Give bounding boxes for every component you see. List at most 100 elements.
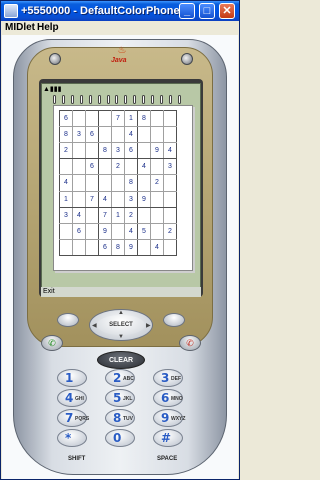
clear-button[interactable]: CLEAR <box>97 351 145 369</box>
sudoku-cell[interactable]: 6 <box>59 109 73 128</box>
sudoku-cell[interactable]: 8 <box>111 238 125 257</box>
minimize-button[interactable]: _ <box>179 3 195 19</box>
sudoku-cell[interactable] <box>111 222 125 240</box>
call-button[interactable]: ✆ <box>41 335 63 351</box>
sudoku-cell[interactable]: 4 <box>150 238 164 257</box>
key-3[interactable]: 3 DEF <box>153 369 183 387</box>
key-4[interactable]: 4 GHI <box>57 389 87 407</box>
sudoku-cell[interactable]: 2 <box>163 222 177 240</box>
key-6[interactable]: 6 MNO <box>153 389 183 407</box>
sudoku-cell[interactable]: 4 <box>163 142 177 160</box>
sudoku-cell[interactable]: 9 <box>137 190 151 208</box>
sudoku-cell[interactable] <box>150 206 164 224</box>
sudoku-cell[interactable] <box>111 174 125 192</box>
sudoku-cell[interactable]: 3 <box>163 158 177 176</box>
sudoku-cell[interactable]: 2 <box>59 142 73 160</box>
title-bar[interactable]: +5550000 - DefaultColorPhone _ □ ✕ <box>1 1 239 21</box>
key-1[interactable]: 1 <box>57 369 87 387</box>
sudoku-cell[interactable] <box>85 174 99 192</box>
sudoku-cell[interactable]: 6 <box>98 238 112 257</box>
sudoku-cell[interactable] <box>163 174 177 192</box>
nav-down-icon[interactable]: ▼ <box>118 334 124 340</box>
sudoku-cell[interactable] <box>98 174 112 192</box>
key-9[interactable]: 9 WXYZ <box>153 409 185 427</box>
end-call-button[interactable]: ✆ <box>179 335 201 351</box>
sudoku-cell[interactable]: 2 <box>111 158 125 176</box>
sudoku-cell[interactable] <box>98 109 112 128</box>
sudoku-cell[interactable]: 1 <box>124 109 138 128</box>
menu-help[interactable]: Help <box>37 22 59 33</box>
close-button[interactable]: ✕ <box>219 3 235 19</box>
sudoku-cell[interactable]: 8 <box>98 142 112 160</box>
sudoku-cell[interactable]: 8 <box>124 174 138 192</box>
sudoku-cell[interactable]: 4 <box>59 174 73 192</box>
sudoku-cell[interactable] <box>72 190 86 208</box>
sudoku-cell[interactable] <box>72 174 86 192</box>
key-0[interactable]: 0 <box>105 429 135 447</box>
key-hash[interactable]: # <box>153 429 183 447</box>
key-2[interactable]: 2 ABC <box>105 369 135 387</box>
right-softkey-button[interactable] <box>163 313 185 327</box>
sudoku-cell[interactable] <box>111 190 125 208</box>
sudoku-cell[interactable]: 5 <box>137 222 151 240</box>
sudoku-cell[interactable]: 6 <box>72 222 86 240</box>
sudoku-cell[interactable]: 9 <box>98 222 112 240</box>
sudoku-grid[interactable]: 6718836428369462434821743934712694526894 <box>59 109 177 257</box>
sudoku-cell[interactable] <box>137 206 151 224</box>
sudoku-cell[interactable] <box>150 190 164 208</box>
sudoku-cell[interactable] <box>137 174 151 192</box>
sudoku-cell[interactable]: 4 <box>72 206 86 224</box>
sudoku-cell[interactable] <box>98 158 112 176</box>
sudoku-cell[interactable]: 9 <box>150 142 164 160</box>
sudoku-cell[interactable]: 7 <box>85 190 99 208</box>
sudoku-cell[interactable] <box>98 126 112 144</box>
sudoku-cell[interactable] <box>85 109 99 128</box>
sudoku-cell[interactable] <box>150 126 164 144</box>
sudoku-cell[interactable]: 8 <box>59 126 73 144</box>
sudoku-cell[interactable] <box>137 238 151 257</box>
sudoku-cell[interactable] <box>85 238 99 257</box>
sudoku-cell[interactable]: 3 <box>59 206 73 224</box>
sudoku-cell[interactable] <box>137 126 151 144</box>
sudoku-cell[interactable]: 3 <box>124 190 138 208</box>
sudoku-cell[interactable] <box>137 142 151 160</box>
key-7[interactable]: 7 PQRS <box>57 409 89 427</box>
sudoku-cell[interactable] <box>150 109 164 128</box>
sudoku-cell[interactable]: 6 <box>85 158 99 176</box>
sudoku-cell[interactable] <box>163 109 177 128</box>
sudoku-cell[interactable]: 2 <box>124 206 138 224</box>
sudoku-cell[interactable] <box>72 158 86 176</box>
sudoku-cell[interactable] <box>163 190 177 208</box>
select-button[interactable]: SELECT <box>97 315 145 335</box>
sudoku-cell[interactable] <box>163 238 177 257</box>
sudoku-cell[interactable]: 7 <box>98 206 112 224</box>
sudoku-cell[interactable]: 3 <box>72 126 86 144</box>
sudoku-cell[interactable]: 1 <box>111 206 125 224</box>
sudoku-cell[interactable]: 6 <box>124 142 138 160</box>
sudoku-cell[interactable]: 8 <box>137 109 151 128</box>
sudoku-cell[interactable]: 2 <box>150 174 164 192</box>
sudoku-cell[interactable]: 7 <box>111 109 125 128</box>
sudoku-cell[interactable] <box>85 222 99 240</box>
left-softkey-button[interactable] <box>57 313 79 327</box>
sudoku-cell[interactable]: 4 <box>124 126 138 144</box>
sudoku-cell[interactable]: 4 <box>98 190 112 208</box>
sudoku-cell[interactable]: 1 <box>59 190 73 208</box>
sudoku-cell[interactable]: 9 <box>124 238 138 257</box>
sudoku-cell[interactable] <box>150 222 164 240</box>
menu-midlet[interactable]: MIDlet <box>5 22 35 33</box>
nav-left-icon[interactable]: ◀ <box>92 322 97 329</box>
sudoku-cell[interactable] <box>111 126 125 144</box>
sudoku-cell[interactable]: 3 <box>111 142 125 160</box>
sudoku-cell[interactable] <box>85 206 99 224</box>
maximize-button[interactable]: □ <box>199 3 215 19</box>
sudoku-cell[interactable] <box>72 142 86 160</box>
sudoku-cell[interactable]: 4 <box>124 222 138 240</box>
key-star[interactable]: * <box>57 429 87 447</box>
sudoku-cell[interactable] <box>163 126 177 144</box>
sudoku-cell[interactable] <box>150 158 164 176</box>
sudoku-cell[interactable] <box>85 142 99 160</box>
nav-up-icon[interactable]: ▲ <box>118 310 124 316</box>
key-5[interactable]: 5 JKL <box>105 389 135 407</box>
sudoku-cell[interactable] <box>72 109 86 128</box>
